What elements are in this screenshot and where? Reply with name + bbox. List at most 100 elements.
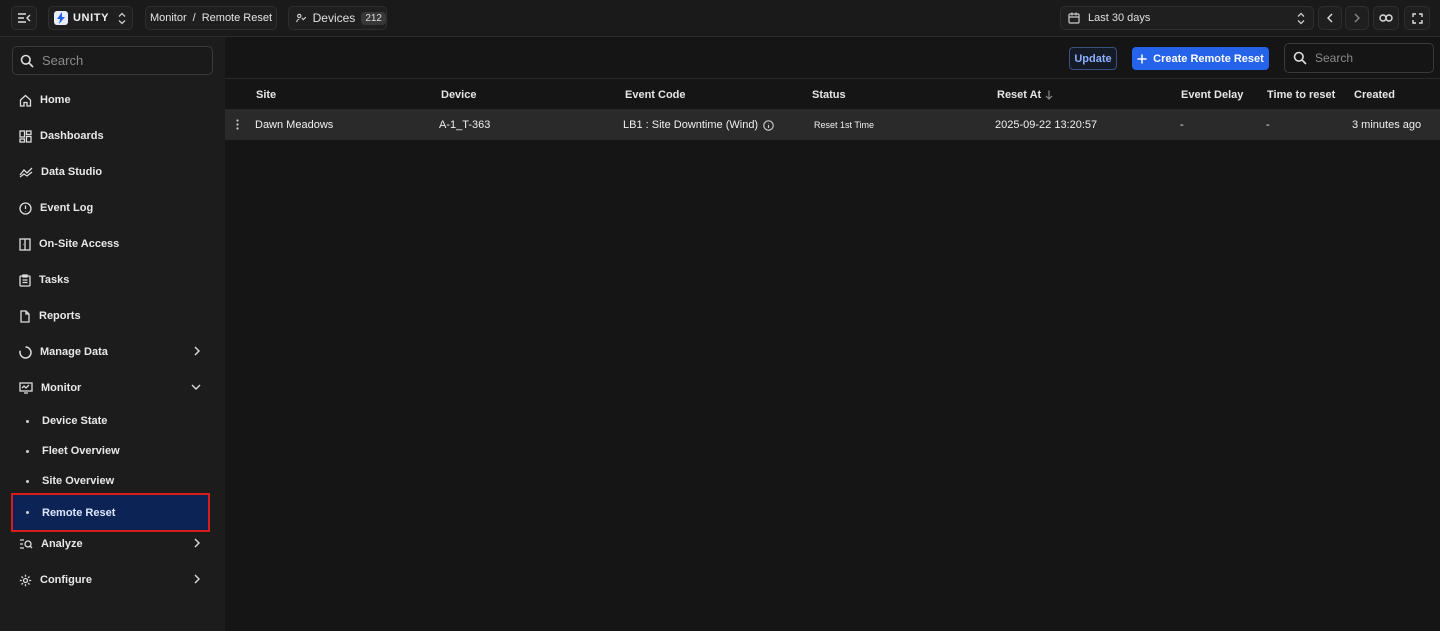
- sidebar-item-label: Configure: [40, 574, 92, 586]
- column-header-label: Reset At: [997, 89, 1042, 101]
- search-list-icon: [20, 539, 33, 549]
- column-header-time-to-reset[interactable]: Time to reset: [1267, 89, 1335, 101]
- breadcrumb-current: Remote Reset: [201, 12, 273, 24]
- column-header-status[interactable]: Status: [812, 89, 846, 101]
- sidebar-item-monitor[interactable]: Monitor: [12, 373, 210, 403]
- sort-descending-icon: [1045, 90, 1053, 100]
- cell-event-delay: -: [1180, 119, 1184, 131]
- date-range-label: Last 30 days: [1088, 12, 1151, 24]
- row-menu-icon[interactable]: [236, 119, 239, 130]
- sidebar-item-home[interactable]: Home: [12, 85, 210, 115]
- org-name: UNITY: [73, 12, 109, 24]
- dashboard-icon: [19, 129, 32, 143]
- breadcrumb: Monitor / Remote Reset: [145, 6, 277, 30]
- devices-count-badge: 212: [361, 11, 386, 25]
- chevron-up-down-icon: [118, 12, 126, 24]
- cell-event-code: LB1 : Site Downtime (Wind): [623, 119, 774, 131]
- sidebar-item-label: Manage Data: [40, 346, 108, 358]
- sidebar-item-label: Event Log: [40, 202, 94, 214]
- plus-icon: [1137, 54, 1147, 63]
- sidebar-item-label: Data Studio: [41, 166, 103, 178]
- sidebar-item-tasks[interactable]: Tasks: [12, 265, 210, 295]
- update-button[interactable]: Update: [1069, 47, 1117, 70]
- cell-device: A-1_T-363: [439, 119, 491, 131]
- sidebar-subitem-remote-reset[interactable]: Remote Reset: [11, 493, 210, 532]
- sidebar-item-label: Tasks: [39, 274, 70, 286]
- devices-label: Devices: [312, 11, 356, 25]
- next-period-button[interactable]: [1345, 6, 1369, 30]
- home-icon: [19, 94, 32, 107]
- sidebar-item-event-log[interactable]: Event Log: [12, 193, 210, 223]
- sidebar-item-dashboards[interactable]: Dashboards: [12, 121, 210, 151]
- cell-reset-at: 2025-09-22 13:20:57: [995, 119, 1098, 131]
- sidebar-item-on-site-access[interactable]: On-Site Access: [12, 229, 210, 259]
- sidebar-item-configure[interactable]: Configure: [12, 565, 210, 595]
- collapse-menu-icon: [18, 13, 31, 23]
- gear-icon: [19, 574, 32, 586]
- cell-site: Dawn Meadows: [255, 119, 334, 131]
- link-icon: [1379, 14, 1393, 22]
- chevron-up-down-icon: [1297, 12, 1305, 25]
- column-header-device[interactable]: Device: [441, 89, 476, 101]
- chevron-left-icon: [1327, 13, 1333, 23]
- sidebar-item-label: Dashboards: [40, 130, 104, 142]
- sidebar-item-label: Reports: [39, 310, 81, 322]
- date-range-picker[interactable]: Last 30 days: [1060, 6, 1314, 30]
- circle-loading-icon: [19, 345, 32, 359]
- sidebar-search[interactable]: [12, 46, 213, 75]
- chevron-right-icon: [194, 538, 200, 548]
- table-search[interactable]: [1284, 43, 1434, 73]
- top-bar: UNITY Monitor / Remote Reset Devices 212…: [0, 0, 1440, 37]
- sidebar-item-label: Analyze: [41, 538, 83, 550]
- column-header-event-delay[interactable]: Event Delay: [1181, 89, 1243, 101]
- devices-button[interactable]: Devices 212: [288, 6, 387, 30]
- create-remote-reset-button[interactable]: Create Remote Reset: [1132, 47, 1269, 70]
- sidebar-subitem-device-state[interactable]: Device State: [12, 406, 210, 436]
- table-header: Site Device Event Code Status Reset At E…: [225, 80, 1440, 109]
- table-toolbar: Update Create Remote Reset: [225, 37, 1440, 79]
- chevron-right-icon: [194, 574, 200, 584]
- table-search-input[interactable]: [1315, 51, 1415, 65]
- info-icon[interactable]: [763, 119, 774, 131]
- calendar-icon: [1068, 12, 1080, 24]
- alert-circle-icon: [19, 201, 32, 215]
- devices-icon: [296, 13, 307, 23]
- sidebar-subitem-label: Device State: [42, 415, 108, 427]
- monitor-icon: [19, 382, 33, 394]
- event-code-text: LB1 : Site Downtime (Wind): [623, 119, 759, 131]
- sidebar-item-analyze[interactable]: Analyze: [12, 529, 210, 559]
- bullet-icon: [26, 511, 29, 514]
- table-row[interactable]: Dawn Meadows A-1_T-363 LB1 : Site Downti…: [225, 109, 1440, 140]
- chevron-right-icon: [1354, 13, 1360, 23]
- column-header-created[interactable]: Created: [1354, 89, 1395, 101]
- sidebar-subitem-site-overview[interactable]: Site Overview: [12, 466, 210, 496]
- sidebar-subitem-fleet-overview[interactable]: Fleet Overview: [12, 436, 210, 466]
- column-header-reset-at[interactable]: Reset At: [997, 89, 1053, 101]
- org-switcher[interactable]: UNITY: [48, 6, 133, 30]
- chevron-right-icon: [194, 346, 200, 356]
- sidebar-item-reports[interactable]: Reports: [12, 301, 210, 331]
- sidebar-subitem-label: Fleet Overview: [42, 445, 120, 457]
- unity-logo-icon: [54, 11, 68, 25]
- collapse-sidebar-button[interactable]: [11, 6, 37, 30]
- column-header-event-code[interactable]: Event Code: [625, 89, 686, 101]
- copy-link-button[interactable]: [1373, 6, 1399, 30]
- sidebar-search-input[interactable]: [42, 53, 192, 68]
- sidebar-item-manage-data[interactable]: Manage Data: [12, 337, 210, 367]
- clipboard-icon: [19, 273, 31, 287]
- bullet-icon: [26, 450, 29, 453]
- cell-created: 3 minutes ago: [1352, 119, 1422, 131]
- main-content: Update Create Remote Reset Site Device E…: [225, 37, 1440, 631]
- sidebar-subitem-label: Site Overview: [42, 475, 115, 487]
- sidebar-item-label: Monitor: [41, 382, 82, 394]
- breadcrumb-monitor[interactable]: Monitor: [150, 12, 187, 24]
- sidebar-item-data-studio[interactable]: Data Studio: [12, 157, 210, 187]
- cell-time-to-reset: -: [1266, 119, 1270, 131]
- sidebar-item-label: On-Site Access: [39, 238, 120, 250]
- bullet-icon: [26, 420, 29, 423]
- previous-period-button[interactable]: [1318, 6, 1342, 30]
- fullscreen-button[interactable]: [1404, 6, 1430, 30]
- door-icon: [19, 237, 31, 251]
- column-header-site[interactable]: Site: [256, 89, 276, 101]
- fullscreen-icon: [1411, 12, 1423, 24]
